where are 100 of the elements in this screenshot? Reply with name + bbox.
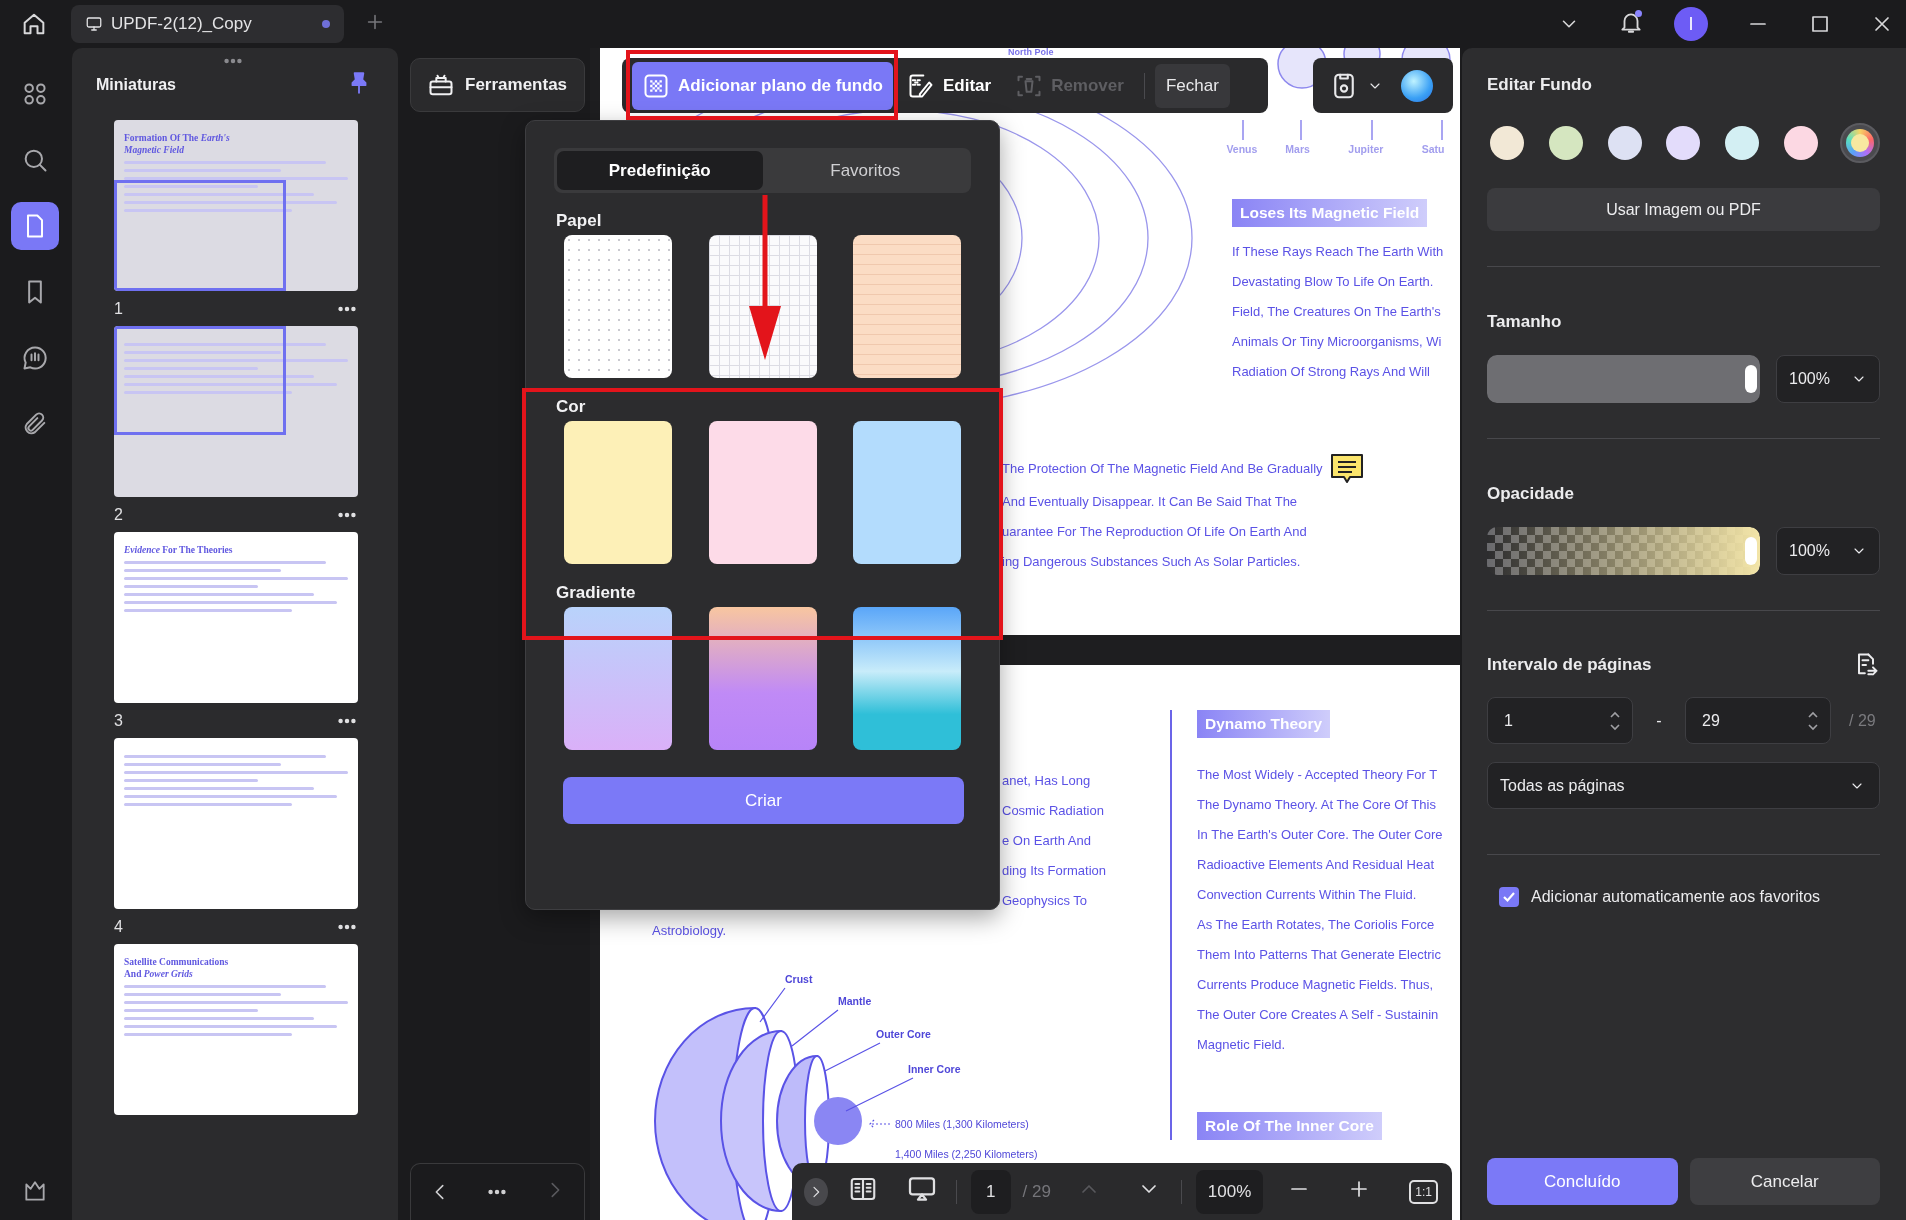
avatar[interactable]: I	[1674, 7, 1708, 41]
section-title: Intervalo de páginas	[1487, 654, 1652, 676]
thumbnail-title: Satellite Communications And Power Grids	[124, 956, 230, 980]
thumbnail-title: Evidence For The Theories	[124, 544, 234, 556]
color-swatch[interactable]	[564, 421, 672, 564]
page-total: / 29	[1022, 1181, 1051, 1202]
paper-swatch[interactable]	[708, 235, 817, 378]
text-line: The Dynamo Theory. At The Core Of This	[1197, 796, 1437, 814]
page-number: 3	[114, 711, 123, 730]
text-line: ding Its Formation	[1002, 862, 1108, 880]
text-line: Convection Currents Within The Fluid.	[1197, 886, 1418, 904]
section-title: Gradiente	[556, 582, 637, 604]
done-button[interactable]: Concluído	[1487, 1158, 1678, 1205]
tab[interactable]: Predefinição	[557, 151, 763, 190]
color-swatch[interactable]	[708, 421, 817, 564]
tab[interactable]: Favoritos	[762, 151, 968, 190]
planet-label: Jupiter	[1347, 143, 1385, 155]
actual-size-button[interactable]: 1:1	[1409, 1179, 1438, 1204]
tools-button[interactable]: Ferramentas	[410, 58, 585, 112]
section-heading: Loses Its Magnetic Field	[1232, 199, 1428, 227]
diagram-label: Crust	[785, 973, 813, 985]
text-line: As The Earth Rotates, The Coriolis Force	[1197, 916, 1436, 934]
checkmark-icon	[1502, 890, 1516, 904]
page-number: 4	[114, 917, 123, 936]
text-line: The Outer Core Creates A Self - Sustainin	[1197, 1006, 1440, 1024]
text-line: Devastating Blow To Life On Earth.	[1232, 273, 1435, 291]
page-thumbnail[interactable]	[114, 738, 358, 909]
page-thumbnail[interactable]: Satellite Communications And Power Grids	[114, 944, 358, 1115]
document-tab[interactable]: UPDF-2(12)_Copy	[71, 5, 344, 43]
close-button[interactable]: Fechar	[1154, 63, 1230, 108]
page-total: / 29	[1849, 711, 1876, 730]
expand-button[interactable]	[804, 1177, 829, 1206]
cancel-button[interactable]: Cancelar	[1689, 1158, 1880, 1205]
diagram-label: Outer Core	[876, 1028, 931, 1040]
color-swatch[interactable]	[853, 421, 961, 564]
page-number: 2	[114, 505, 123, 524]
text-line: anet, Has Long	[1002, 772, 1092, 790]
text-line: Magnetic Field.	[1197, 1036, 1287, 1054]
diagram-label: 1,400 Miles (2,250 Kilometers)	[895, 1148, 1038, 1160]
text-line: e On Earth And	[1002, 832, 1092, 850]
page-from-field[interactable]: 1	[1487, 697, 1633, 744]
thumbnail-title: Formation Of The Earth's Magnetic Field	[124, 132, 231, 156]
text-line: Radiation Of Strong Rays And Will	[1232, 363, 1431, 381]
planet-label: Satu	[1420, 143, 1446, 155]
percent-dropdown[interactable]: 100%	[1776, 527, 1880, 575]
section-title: Papel	[556, 210, 603, 232]
monitor-icon	[85, 15, 103, 33]
text-line: The Most Widely - Accepted Theory For T	[1197, 766, 1439, 784]
page-range-dropdown[interactable]: Todas as páginas	[1487, 762, 1880, 809]
diagram-label: 800 Miles (1,300 Kilometers)	[895, 1118, 1029, 1130]
section-heading: Role Of The Inner Core	[1197, 1112, 1382, 1140]
page-thumbnail[interactable]	[114, 326, 358, 497]
checkbox-label: Adicionar automaticamente aos favoritos	[1531, 888, 1821, 906]
text-line: Currents Produce Magnetic Fields. Thus,	[1197, 976, 1435, 994]
page-button[interactable]	[11, 202, 59, 250]
range-separator: -	[1655, 711, 1663, 730]
slider-fill[interactable]	[1487, 355, 1760, 403]
section-title: Opacidade	[1487, 483, 1575, 505]
use-image-button[interactable]: Usar Imagem ou PDF	[1487, 188, 1880, 231]
gradient-swatch[interactable]	[853, 607, 961, 750]
page-thumbnail[interactable]: Formation Of The Earth's Magnetic Field	[114, 120, 358, 291]
color-picker-button[interactable]	[1839, 123, 1880, 163]
diagram-label: North Pole	[1008, 48, 1055, 57]
assistant-orb-icon[interactable]	[1401, 69, 1433, 102]
text-line: Animals Or Tiny Microorganisms, Wi	[1232, 333, 1443, 351]
edit-button[interactable]: Editar	[896, 61, 1002, 110]
panel-title: Editar Fundo	[1487, 74, 1593, 96]
checkbox[interactable]	[1499, 887, 1519, 907]
planet-label: Mars	[1284, 143, 1311, 155]
gradient-swatch[interactable]	[564, 607, 672, 750]
text-line: Cosmic Radiation	[1002, 802, 1105, 820]
text-line: Them Into Patterns That Generate Electric	[1197, 946, 1442, 964]
text-line: Field, The Creatures On The Earth's	[1232, 303, 1442, 321]
text-line: In The Earth's Outer Core. The Outer Core	[1197, 826, 1444, 844]
diagram-label: Inner Core	[908, 1063, 961, 1075]
section-heading: Dynamo Theory	[1197, 710, 1331, 738]
background-button[interactable]: Adicionar plano de fundo	[632, 61, 893, 110]
text-line: Astrobiology.	[652, 922, 728, 940]
create-button[interactable]: Criar	[563, 777, 964, 824]
text-line: uarantee For The Reproduction Of Life On Earth And	[1002, 523, 1308, 541]
text-line: And Eventually Disappear. It Can Be Said That The	[1002, 493, 1299, 511]
diagram-label: Mantle	[838, 995, 872, 1007]
section-title: Cor	[556, 396, 587, 418]
text-line: Geophysics To	[1002, 892, 1089, 910]
paper-swatch[interactable]	[564, 235, 672, 378]
text-line: The Protection Of The Magnetic Field And Be Gradually	[1002, 460, 1323, 478]
paper-swatch[interactable]	[853, 235, 961, 378]
comment-icon	[21, 344, 49, 372]
gradient-swatch[interactable]	[708, 607, 817, 750]
page-to-field[interactable]: 29	[1685, 697, 1831, 744]
text-line: ing Dangerous Substances Such As Solar Particles.	[1002, 553, 1302, 571]
page-input[interactable]: 1	[971, 1169, 1011, 1214]
planet-label: Venus	[1225, 143, 1259, 155]
section-title: Tamanho	[1487, 311, 1563, 333]
page-number: 1	[114, 299, 123, 318]
page-thumbnail[interactable]: Evidence For The Theories	[114, 532, 358, 703]
text-line: If These Rays Reach The Earth With	[1232, 243, 1445, 261]
text-line: Radioactive Elements And Residual Heat	[1197, 856, 1436, 874]
zoom-field[interactable]: 100%	[1195, 1169, 1264, 1214]
percent-dropdown[interactable]: 100%	[1776, 355, 1880, 403]
